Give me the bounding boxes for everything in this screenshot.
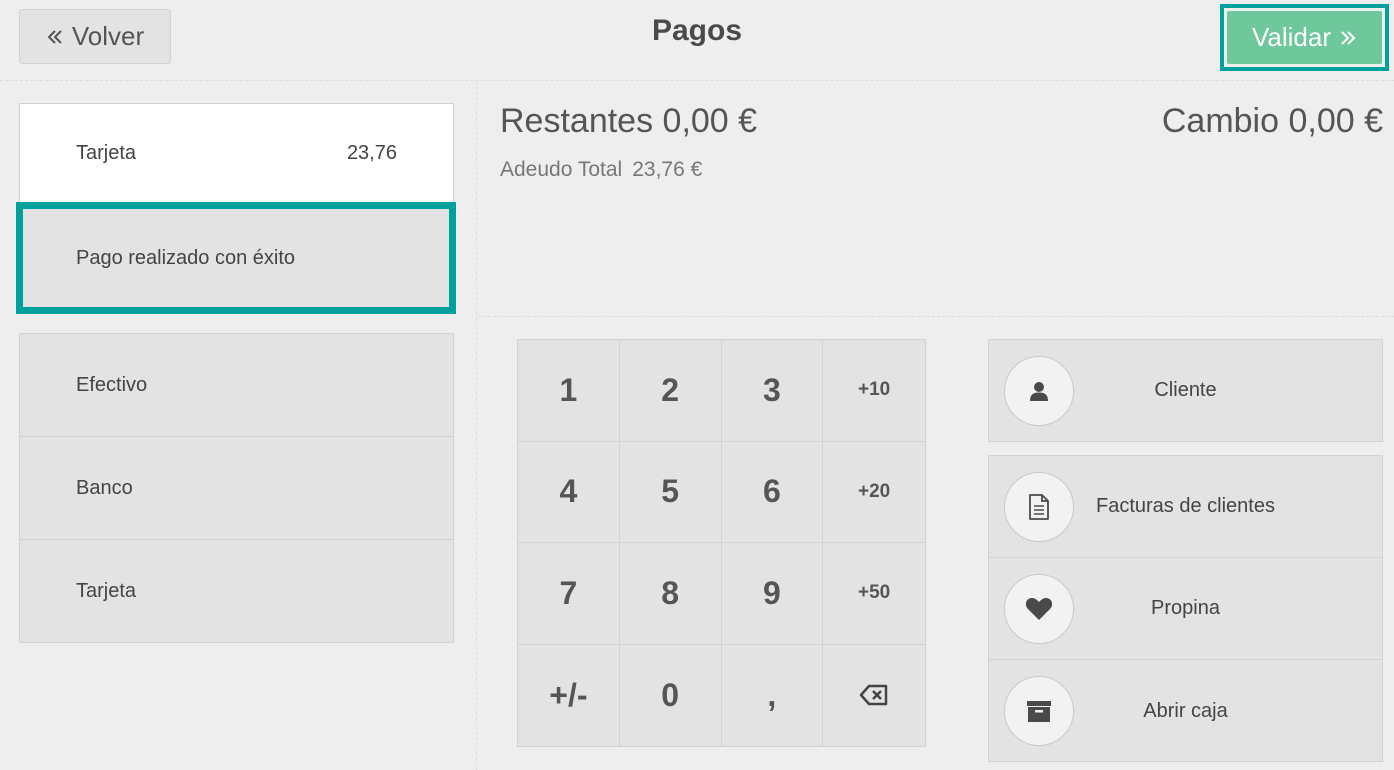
payment-status-highlight: Pago realizado con éxito <box>16 202 456 314</box>
numpad-key-plus50[interactable]: +50 <box>823 543 925 645</box>
customer-icon-circle <box>1004 355 1074 426</box>
heart-icon <box>1025 597 1053 620</box>
payment-status-text: Pago realizado con éxito <box>76 246 296 269</box>
user-icon <box>1030 381 1048 401</box>
payment-methods-list: Efectivo Banco Tarjeta <box>19 333 454 643</box>
cashbox-icon-circle <box>1004 676 1074 746</box>
payment-method-label: Banco <box>76 476 133 499</box>
numpad-key-7[interactable]: 7 <box>518 543 620 645</box>
numpad-key-6[interactable]: 6 <box>721 441 824 543</box>
paymentline-method: Tarjeta <box>76 142 137 164</box>
paymentline-amount: 23,76 <box>346 142 397 164</box>
payment-method-banco[interactable]: Banco <box>20 437 453 540</box>
numpad-key-1[interactable]: 1 <box>518 340 620 442</box>
header: Volver Pagos Validar <box>0 0 1394 81</box>
double-chevron-right-icon <box>1341 30 1356 45</box>
numpad-key-sign[interactable]: +/- <box>518 644 620 746</box>
tip-button[interactable]: Propina <box>989 558 1382 660</box>
numpad-key-4[interactable]: 4 <box>518 441 620 543</box>
payment-left-column: Tarjeta 23,76 Pago realizado con éxito E… <box>0 82 477 770</box>
tip-icon-circle <box>1004 573 1074 644</box>
numpad-key-0[interactable]: 0 <box>620 644 722 746</box>
payment-method-efectivo[interactable]: Efectivo <box>20 334 453 437</box>
validate-button[interactable]: Validar <box>1227 11 1382 64</box>
numpad-key-5[interactable]: 5 <box>619 441 722 543</box>
open-cashbox-button[interactable]: Abrir caja <box>989 660 1382 762</box>
numpad-key-8[interactable]: 8 <box>619 543 722 645</box>
total-due-label: Adeudo Total <box>500 158 623 181</box>
change-amount: Cambio 0,00 € <box>1161 102 1383 140</box>
validate-button-label: Validar <box>1251 22 1331 52</box>
payment-status: Pago realizado con éxito <box>23 209 449 307</box>
numpad: 1 2 3 +10 4 5 6 +20 7 8 9 +50 +/- 0 , <box>517 339 926 747</box>
extra-actions: Facturas de clientes Propina Abrir caja <box>988 455 1383 762</box>
total-due: Adeudo Total 23,76 € <box>500 158 702 182</box>
invoice-icon-circle <box>1004 471 1074 542</box>
numpad-key-plus10[interactable]: +10 <box>823 340 925 442</box>
invoice-button[interactable]: Facturas de clientes <box>989 456 1382 558</box>
payment-method-tarjeta[interactable]: Tarjeta <box>20 540 453 642</box>
payment-method-label: Tarjeta <box>76 579 137 602</box>
payment-summary: Restantes 0,00 € Cambio 0,00 € Adeudo To… <box>478 82 1394 317</box>
payment-method-label: Efectivo <box>76 373 148 396</box>
numpad-key-backspace[interactable] <box>823 645 925 747</box>
numpad-key-comma[interactable]: , <box>722 644 824 746</box>
customer-button-container: Cliente <box>988 339 1383 442</box>
numpad-key-plus20[interactable]: +20 <box>823 442 925 543</box>
backspace-icon <box>859 685 888 706</box>
paymentline[interactable]: Tarjeta 23,76 <box>19 103 454 203</box>
validate-button-highlight: Validar <box>1220 4 1389 71</box>
archive-icon <box>1027 701 1051 722</box>
remaining-amount: Restantes 0,00 € <box>500 102 758 140</box>
page-title: Pagos <box>651 14 743 47</box>
numpad-key-2[interactable]: 2 <box>619 340 722 442</box>
total-due-value: 23,76 € <box>632 158 703 181</box>
file-text-icon <box>1029 493 1049 520</box>
customer-button[interactable]: Cliente <box>989 340 1382 441</box>
numpad-key-3[interactable]: 3 <box>721 340 824 442</box>
numpad-key-9[interactable]: 9 <box>721 543 824 645</box>
